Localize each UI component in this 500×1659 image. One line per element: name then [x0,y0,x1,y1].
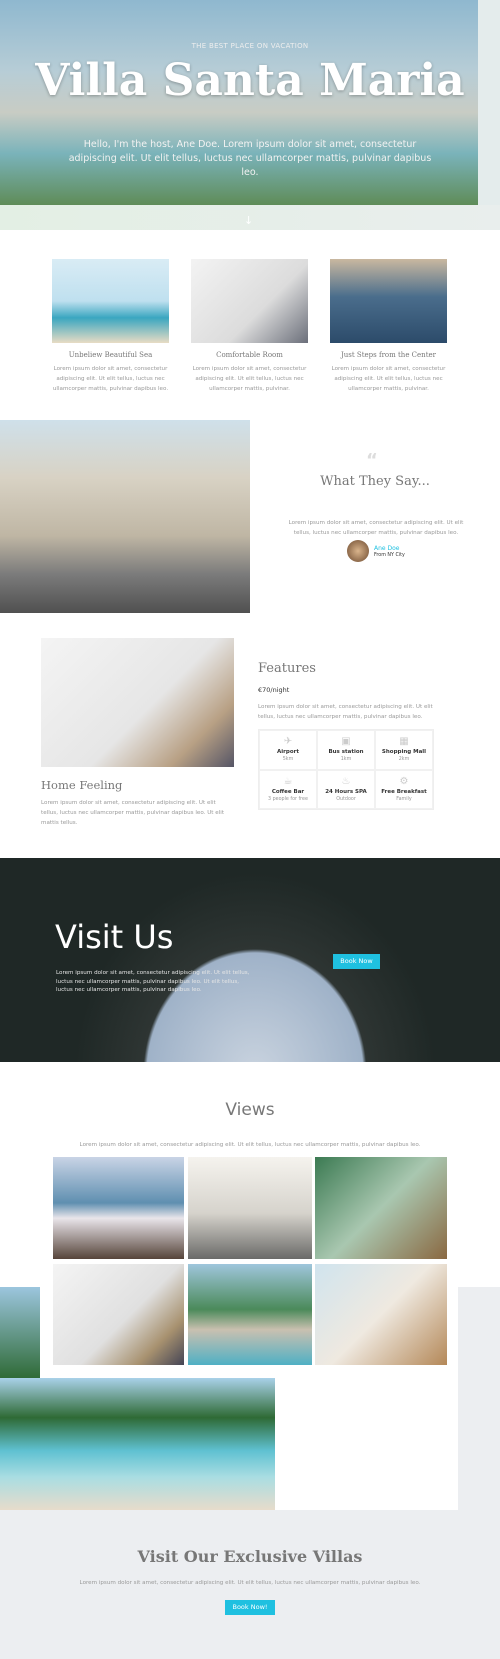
feature-sub: Outdoor [336,796,356,802]
feature-name: Bus station [328,749,364,755]
bus-icon: ▣ [341,736,351,747]
card-title: Unbeliew Beautiful Sea [68,351,153,359]
card-text: Lorem ipsum dolor sit amet, consectetur … [52,366,169,392]
airplane-icon: ✈ [283,736,293,747]
visit-heading: Visit Us [55,918,174,956]
feature-sub: 5km [282,757,294,762]
gallery-image[interactable] [315,1157,447,1259]
book-now-button[interactable]: Book Now [333,954,380,969]
testimonial-name: Ane Doe [374,545,400,552]
bedroom-image [41,638,234,767]
feature-spa: ♨ 24 Hours SPA Outdoor [317,769,375,809]
feature-breakfast: ⚙ Free Breakfast Family [375,769,433,809]
card-title: Just Steps from the Center [340,351,436,359]
hero-eyebrow: THE BEST PLACE ON VACATION [191,42,309,50]
coffee-icon: ☕ [283,775,293,787]
visit-text: Lorem ipsum dolor sit amet, consectetur … [56,970,250,993]
features-heading: Features [258,661,316,676]
feature-coffee: ☕ Coffee Bar 3 people for free [259,769,317,809]
cutlery-icon: ⚙ [399,775,409,787]
avatar [347,540,369,562]
testimonial-location: From NY City [374,553,405,558]
gallery-image[interactable] [188,1157,312,1259]
feature-name: Airport [277,749,299,755]
features-text: Lorem ipsum dolor sit amet, consectetur … [258,704,433,720]
price: €70/night [258,686,290,694]
cta-heading: Visit Our Exclusive Villas [137,1547,363,1566]
feature-bus: ▣ Bus station 1km [317,730,375,770]
hero-title: Villa Santa Maria [35,55,465,106]
home-text: Lorem ipsum dolor sit amet, consectetur … [41,800,225,826]
testimonial-text: Lorem ipsum dolor sit amet, consectetur … [288,520,464,536]
feature-name: Shopping Mall [381,749,427,755]
testimonial-heading: What They Say... [320,474,430,489]
views-text: Lorem ipsum dolor sit amet, consectetur … [79,1142,421,1148]
gallery-image[interactable] [53,1264,184,1365]
beach-image [0,1378,275,1510]
shopping-icon: ▦ [399,736,409,747]
cta-text: Lorem ipsum dolor sit amet, consectetur … [79,1580,421,1586]
feature-name: Coffee Bar [271,788,305,795]
palm-image [0,1287,42,1379]
card-image-center [330,259,447,343]
gallery-image[interactable] [315,1264,447,1365]
card-title: Comfortable Room [216,351,283,359]
home-heading: Home Feeling [41,778,123,792]
feature-mall: ▦ Shopping Mall 2km [375,730,433,770]
features-grid: ✈ Airport 5km ▣ Bus station 1km ▦ Shopping Ma… [258,729,434,810]
bath-icon: ♨ [341,775,351,787]
gallery-image[interactable] [188,1264,312,1365]
card-image-room [191,259,308,343]
card-image-sea [52,259,169,343]
card-text: Lorem ipsum dolor sit amet, consectetur … [192,366,307,392]
arch-image [0,858,500,1062]
feature-airport: ✈ Airport 5km [259,730,317,770]
feature-sub: 3 people for free [268,796,308,802]
arrow-down-icon[interactable]: ↓ [244,214,253,227]
hero-text: Hello, I'm the host, Ane Doe. Lorem ipsu… [68,139,432,178]
feature-sub: Family [396,796,412,802]
feature-sub: 1km [340,757,352,762]
feature-name: Free Breakfast [381,788,427,795]
book-now-cta-button[interactable]: Book Now! [225,1600,275,1615]
couple-scooter-image [0,420,250,613]
feature-sub: 2km [398,757,410,762]
quote-icon: “ [366,450,378,471]
card-text: Lorem ipsum dolor sit amet, consectetur … [331,366,446,392]
feature-name: 24 Hours SPA [325,788,367,795]
gallery-image[interactable] [53,1157,184,1259]
views-heading: Views [225,1100,275,1120]
